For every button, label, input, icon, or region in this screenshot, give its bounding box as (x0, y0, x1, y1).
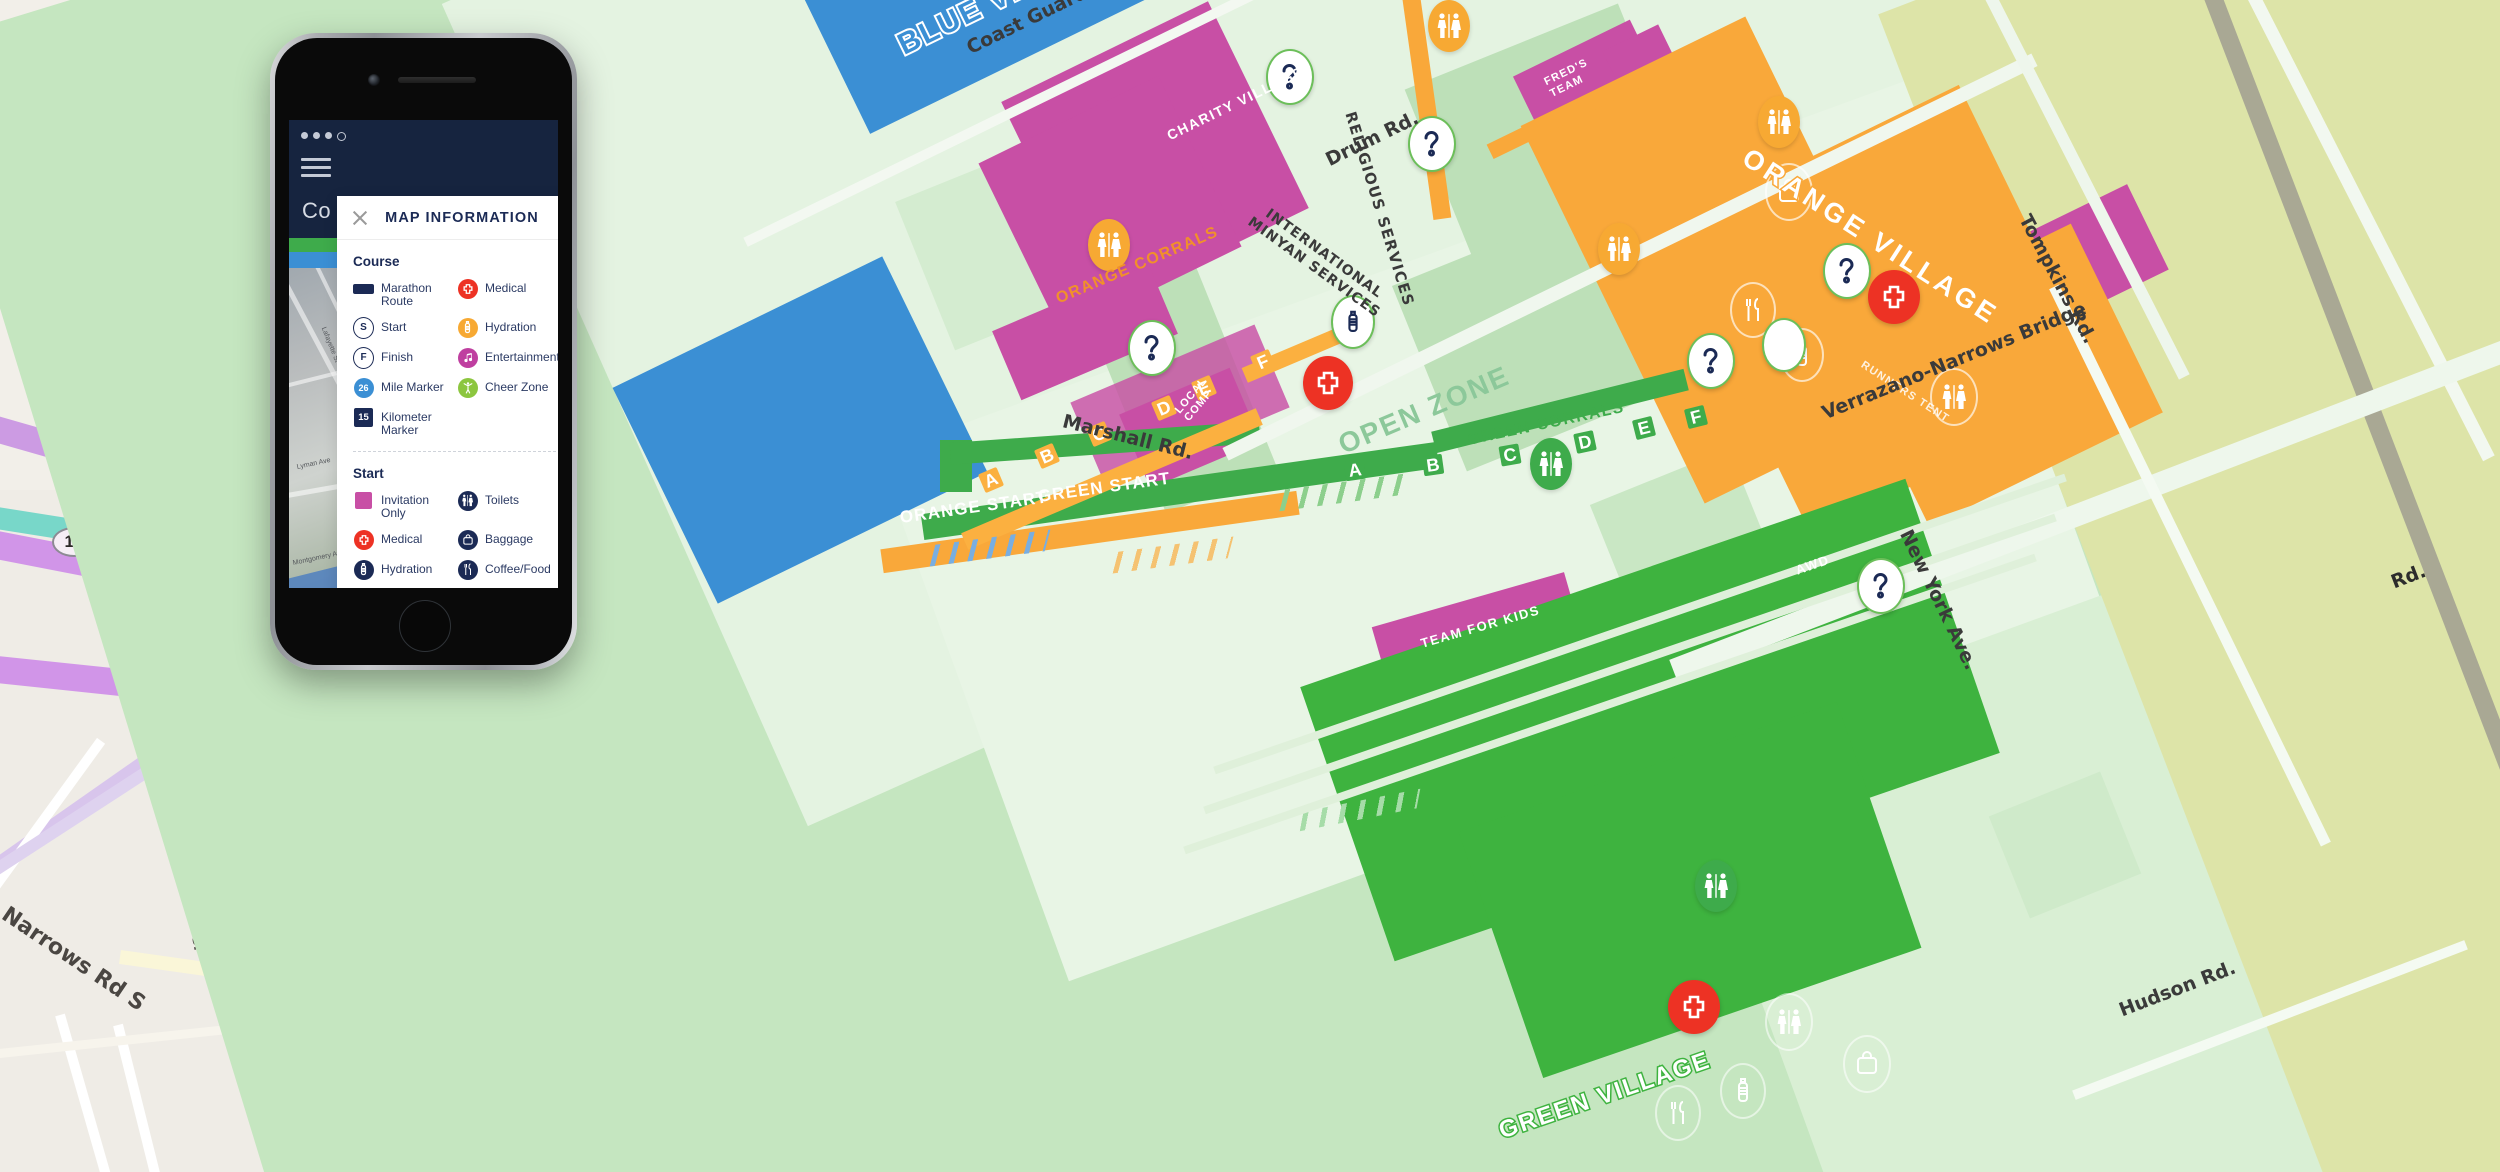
cheer-person-icon (457, 377, 478, 398)
fork-knife-icon (457, 559, 478, 580)
legend-item-hydration-start[interactable]: Hydration (353, 559, 457, 580)
finish-f-icon: F (353, 346, 374, 369)
app-section-title: Co (302, 198, 332, 223)
legend-label: Toilets (485, 493, 520, 507)
legend-label: Start (381, 320, 407, 334)
coffee-food-marker[interactable] (1655, 1085, 1701, 1141)
legend-label: Baggage (485, 532, 534, 546)
medical-marker[interactable] (1668, 980, 1720, 1034)
green-corral-D: D (1573, 430, 1597, 454)
panel-header: MAP INFORMATION (337, 196, 558, 240)
medical-marker[interactable] (1303, 356, 1353, 410)
hydration-marker[interactable] (1762, 318, 1806, 372)
music-note-icon (457, 347, 478, 368)
toilets-icon (457, 490, 478, 511)
front-camera-icon (368, 74, 380, 86)
legend-label: Hydration (381, 562, 433, 576)
legend-item-medical[interactable]: Medical (457, 278, 558, 308)
kilometer-marker-icon: 15 (353, 407, 374, 428)
green-corral-C: C (1498, 443, 1522, 467)
toilets-marker[interactable] (1598, 223, 1640, 275)
information-marker[interactable] (1857, 558, 1905, 614)
section-title-start: Start (353, 466, 384, 481)
legend-label: Medical (485, 281, 527, 295)
legend-item-kilometer-marker[interactable]: 15 Kilometer Marker (353, 407, 457, 437)
close-icon[interactable] (351, 209, 369, 227)
section-title-course: Course (353, 254, 400, 269)
green-corral-B: B (1421, 454, 1445, 477)
toilets-marker[interactable] (1765, 993, 1813, 1051)
earpiece-speaker (397, 77, 476, 83)
toilets-marker[interactable] (1695, 860, 1737, 912)
legend-label: Cheer Zone (485, 380, 549, 394)
hydration-bottle-icon (353, 559, 374, 580)
legend-label: Kilometer Marker (381, 410, 432, 437)
legend-label: Hydration (485, 320, 537, 334)
green-corral-A: A (1343, 459, 1367, 482)
legend-item-invitation-only[interactable]: Invitation Only (353, 490, 457, 520)
map-information-panel: MAP INFORMATION Course Marathon Route Me… (337, 196, 558, 588)
legend-label: Entertainment (485, 350, 558, 364)
legend-item-start[interactable]: S Start (353, 316, 457, 339)
legend-grid-course: Marathon Route Medical S Start Hydration… (353, 278, 558, 446)
legend-item-marathon-route[interactable]: Marathon Route (353, 278, 457, 308)
legend-label: Mile Marker (381, 380, 444, 394)
hydration-bottle-icon (457, 317, 478, 338)
medical-cross-icon (353, 529, 374, 550)
section-divider (353, 451, 558, 452)
start-s-icon: S (353, 316, 374, 339)
legend-item-medical-start[interactable]: Medical (353, 529, 457, 550)
hamburger-menu-icon[interactable] (301, 158, 331, 182)
legend-item-baggage[interactable]: Baggage (457, 529, 558, 550)
panel-body: Course Marathon Route Medical S Start Hy… (337, 254, 558, 588)
legend-item-toilets[interactable]: Toilets (457, 490, 558, 520)
legend-item-entertainment[interactable]: Entertainment (457, 347, 558, 368)
legend-item-cheer-zone[interactable]: Cheer Zone (457, 377, 558, 398)
phone-mockup: Co Lafayette St Lyman Ave Montgomery Ave… (270, 33, 577, 670)
legend-item-mile-marker[interactable]: 26 Mile Marker (353, 377, 457, 398)
panel-title: MAP INFORMATION (385, 209, 539, 226)
legend-label: Medical (381, 532, 423, 546)
medical-cross-icon (457, 278, 478, 299)
legend-grid-start: Invitation Only Toilets Medical Baggage … (353, 490, 558, 588)
information-marker[interactable] (1128, 320, 1176, 376)
legend-item-hydration[interactable]: Hydration (457, 317, 558, 338)
legend-label: Coffee/Food (485, 562, 551, 576)
legend-label: Invitation Only (381, 493, 430, 520)
route-swatch-icon (353, 278, 374, 299)
legend-item-finish[interactable]: F Finish (353, 346, 457, 369)
legend-label: Marathon Route (381, 281, 432, 308)
toilets-marker[interactable] (1428, 0, 1470, 52)
baggage-icon (457, 529, 478, 550)
baggage-marker[interactable] (1843, 1035, 1891, 1093)
phone-screen: Co Lafayette St Lyman Ave Montgomery Ave… (289, 120, 558, 588)
legend-label: Finish (381, 350, 414, 364)
toilets-marker[interactable] (1758, 96, 1800, 148)
mile-marker-icon: 26 (353, 377, 374, 398)
invitation-swatch-icon (353, 490, 374, 511)
information-marker[interactable] (1687, 333, 1735, 389)
home-button[interactable] (398, 600, 451, 652)
hydration-marker[interactable] (1720, 1063, 1766, 1119)
legend-item-coffee-food[interactable]: Coffee/Food (457, 559, 558, 580)
toilets-marker[interactable] (1530, 438, 1572, 490)
page-dots (301, 132, 346, 141)
